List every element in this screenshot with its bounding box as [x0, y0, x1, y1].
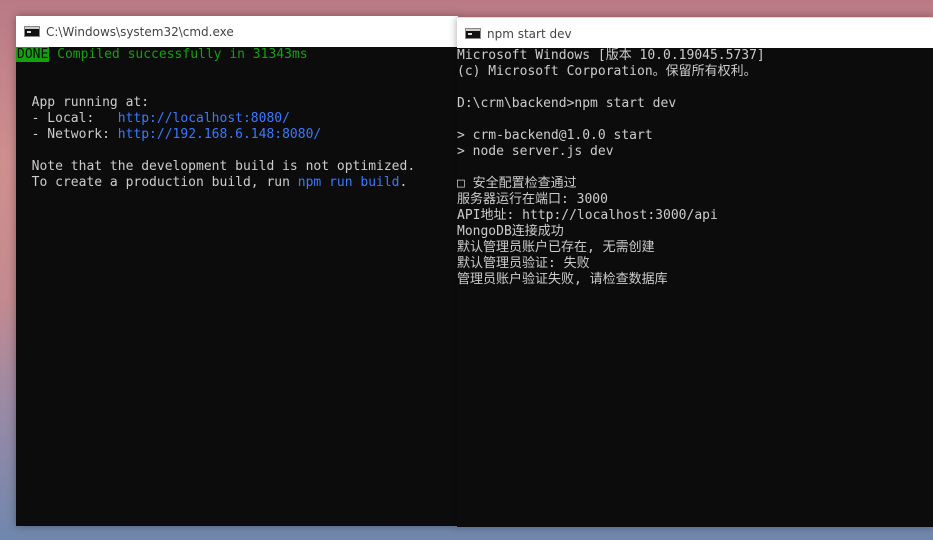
production-build-line: To create a production build, run npm ru…	[16, 175, 458, 191]
admin-verify-line: 默认管理员验证: 失败	[457, 256, 590, 271]
window-titlebar[interactable]: C:\Windows\system32\cmd.exe	[16, 16, 458, 47]
console-output[interactable]: Microsoft Windows [版本 10.0.19045.5737] (…	[457, 48, 933, 527]
cmd-window[interactable]: C:\Windows\system32\cmd.exe DONE Compile…	[16, 16, 458, 526]
local-url-line: - Local: http://localhost:8080/	[16, 111, 458, 127]
console-output[interactable]: DONE Compiled successfully in 31343ms Ap…	[16, 47, 458, 526]
network-url-line: - Network: http://192.168.6.148:8080/	[16, 127, 458, 143]
note-line: Note that the development build is not o…	[16, 159, 416, 174]
app-running-line: App running at:	[16, 95, 150, 110]
copyright-line: (c) Microsoft Corporation。保留所有权利。	[457, 64, 757, 79]
npm-script-command-line: > node server.js dev	[457, 144, 614, 159]
network-url-link[interactable]: http://192.168.6.148:8080/	[118, 127, 322, 142]
network-label: - Network:	[16, 127, 118, 142]
mongodb-status-line: MongoDB连接成功	[457, 224, 564, 239]
server-port-line: 服务器运行在端口: 3000	[457, 192, 608, 207]
window-title: npm start dev	[487, 26, 572, 41]
compiled-message: Compiled successfully in 31343ms	[57, 47, 308, 62]
production-build-text: To create a production build, run	[16, 175, 298, 190]
local-url-link[interactable]: http://localhost:8080/	[118, 111, 290, 126]
done-badge: DONE	[16, 47, 50, 62]
window-title: C:\Windows\system32\cmd.exe	[46, 24, 234, 39]
admin-verify-failed-line: 管理员账户验证失败, 请检查数据库	[457, 272, 668, 287]
cmd-icon	[24, 26, 40, 37]
compile-status-line: DONE Compiled successfully in 31343ms	[16, 47, 458, 63]
production-build-suffix: .	[399, 175, 408, 190]
cmd-icon	[465, 28, 481, 39]
window-titlebar[interactable]: npm start dev	[457, 17, 933, 49]
security-check-line: □ 安全配置检查通过	[457, 176, 577, 191]
local-label: - Local:	[16, 111, 118, 126]
npm-script-line: > crm-backend@1.0.0 start	[457, 128, 653, 143]
npm-run-build-command: npm run build	[297, 175, 400, 190]
admin-exists-line: 默认管理员账户已存在, 无需创建	[457, 240, 655, 255]
command-prompt-line: D:\crm\backend>npm start dev	[457, 96, 677, 111]
npm-start-window[interactable]: npm start dev Microsoft Windows [版本 10.0…	[457, 17, 933, 527]
api-url-line: API地址: http://localhost:3000/api	[457, 208, 718, 223]
windows-version-line: Microsoft Windows [版本 10.0.19045.5737]	[457, 48, 765, 63]
